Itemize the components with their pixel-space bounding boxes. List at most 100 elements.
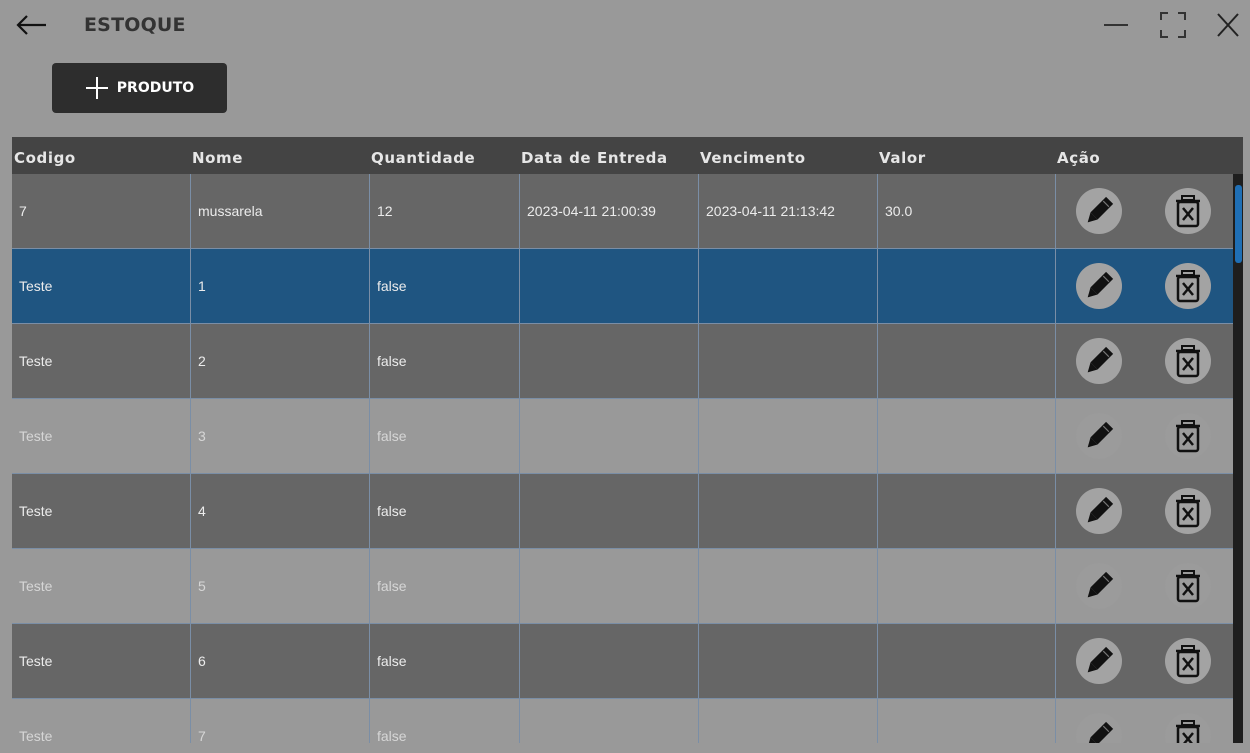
- close-button[interactable]: [1212, 10, 1244, 40]
- cell-valor: 30.0: [878, 174, 1056, 248]
- trash-icon: [1176, 570, 1200, 603]
- column-header-acao: Ação: [1057, 149, 1101, 167]
- edit-button[interactable]: [1076, 413, 1122, 459]
- cell-data-entrada: [520, 549, 699, 623]
- cell-valor: [878, 324, 1056, 398]
- edit-button[interactable]: [1076, 338, 1122, 384]
- close-icon: [1217, 13, 1239, 37]
- trash-icon: [1176, 645, 1200, 678]
- cell-quantidade: false: [370, 399, 520, 473]
- edit-button[interactable]: [1076, 188, 1122, 234]
- table-row[interactable]: Teste 3 false: [12, 399, 1233, 474]
- table-row[interactable]: Teste 4 false: [12, 474, 1233, 549]
- edit-button[interactable]: [1076, 263, 1122, 309]
- back-button[interactable]: [14, 10, 50, 40]
- table-row[interactable]: Teste 2 false: [12, 324, 1233, 399]
- cell-valor: [878, 549, 1056, 623]
- cell-codigo: 7: [12, 174, 191, 248]
- cell-vencimento: [699, 249, 878, 323]
- pencil-icon: [1087, 421, 1114, 448]
- stock-table: Codigo Nome Quantidade Data de Entreda V…: [12, 137, 1243, 743]
- edit-button[interactable]: [1076, 488, 1122, 534]
- cell-quantidade: false: [370, 474, 520, 548]
- trash-icon: [1176, 420, 1200, 453]
- table-row[interactable]: Teste 1 false: [12, 249, 1233, 324]
- cell-valor: [878, 249, 1056, 323]
- page-title: ESTOQUE: [84, 14, 186, 36]
- trash-icon: [1176, 495, 1200, 528]
- plus-icon: [85, 77, 108, 99]
- table-row[interactable]: Teste 6 false: [12, 624, 1233, 699]
- cell-codigo: Teste: [12, 549, 191, 623]
- cell-nome: mussarela: [191, 174, 370, 248]
- fullscreen-button[interactable]: [1157, 10, 1189, 40]
- cell-vencimento: [699, 474, 878, 548]
- cell-nome: 3: [191, 399, 370, 473]
- column-header-quantidade[interactable]: Quantidade: [371, 149, 475, 167]
- cell-valor: [878, 474, 1056, 548]
- column-header-data-entrada[interactable]: Data de Entreda: [521, 149, 668, 167]
- cell-data-entrada: [520, 474, 699, 548]
- column-header-valor[interactable]: Valor: [879, 149, 926, 167]
- cell-nome: 2: [191, 324, 370, 398]
- delete-button[interactable]: [1165, 638, 1211, 684]
- table-row[interactable]: Teste 7 false: [12, 699, 1233, 743]
- title-bar: ESTOQUE: [0, 0, 1250, 52]
- column-header-codigo[interactable]: Codigo: [14, 149, 76, 167]
- delete-button[interactable]: [1165, 263, 1211, 309]
- cell-data-entrada: [520, 399, 699, 473]
- pencil-icon: [1087, 346, 1114, 373]
- column-header-vencimento[interactable]: Vencimento: [700, 149, 806, 167]
- add-product-label: PRODUTO: [116, 80, 195, 96]
- cell-vencimento: [699, 324, 878, 398]
- scrollbar-thumb[interactable]: [1235, 185, 1242, 263]
- arrow-left-icon: [16, 15, 46, 35]
- table-header: Codigo Nome Quantidade Data de Entreda V…: [12, 137, 1243, 174]
- cell-vencimento: [699, 624, 878, 698]
- pencil-icon: [1087, 271, 1114, 298]
- table-row[interactable]: 7 mussarela 12 2023-04-11 21:00:39 2023-…: [12, 174, 1233, 249]
- delete-button[interactable]: [1165, 338, 1211, 384]
- cell-codigo: Teste: [12, 324, 191, 398]
- cell-vencimento: 2023-04-11 21:13:42: [699, 174, 878, 248]
- pencil-icon: [1087, 496, 1114, 523]
- cell-vencimento: [699, 549, 878, 623]
- table-body: 7 mussarela 12 2023-04-11 21:00:39 2023-…: [12, 174, 1233, 743]
- trash-icon: [1176, 270, 1200, 303]
- table-row[interactable]: Teste 5 false: [12, 549, 1233, 624]
- add-product-button[interactable]: PRODUTO: [52, 63, 227, 113]
- cell-data-entrada: [520, 699, 699, 743]
- cell-codigo: Teste: [12, 249, 191, 323]
- cell-vencimento: [699, 399, 878, 473]
- fullscreen-icon: [1160, 12, 1186, 38]
- delete-button[interactable]: [1165, 563, 1211, 609]
- edit-button[interactable]: [1076, 563, 1122, 609]
- trash-icon: [1176, 720, 1200, 743]
- cell-vencimento: [699, 699, 878, 743]
- cell-quantidade: false: [370, 699, 520, 743]
- pencil-icon: [1087, 196, 1114, 223]
- cell-data-entrada: [520, 324, 699, 398]
- edit-button[interactable]: [1076, 638, 1122, 684]
- delete-button[interactable]: [1165, 488, 1211, 534]
- cell-codigo: Teste: [12, 624, 191, 698]
- cell-data-entrada: 2023-04-11 21:00:39: [520, 174, 699, 248]
- minimize-button[interactable]: [1100, 10, 1132, 40]
- cell-quantidade: false: [370, 624, 520, 698]
- cell-nome: 4: [191, 474, 370, 548]
- cell-valor: [878, 699, 1056, 743]
- cell-codigo: Teste: [12, 399, 191, 473]
- minimize-icon: [1104, 24, 1128, 26]
- cell-nome: 5: [191, 549, 370, 623]
- column-header-nome[interactable]: Nome: [192, 149, 243, 167]
- cell-data-entrada: [520, 624, 699, 698]
- delete-button[interactable]: [1165, 188, 1211, 234]
- cell-nome: 6: [191, 624, 370, 698]
- cell-valor: [878, 624, 1056, 698]
- cell-nome: 7: [191, 699, 370, 743]
- cell-quantidade: 12: [370, 174, 520, 248]
- trash-icon: [1176, 345, 1200, 378]
- pencil-icon: [1087, 571, 1114, 598]
- cell-quantidade: false: [370, 549, 520, 623]
- delete-button[interactable]: [1165, 413, 1211, 459]
